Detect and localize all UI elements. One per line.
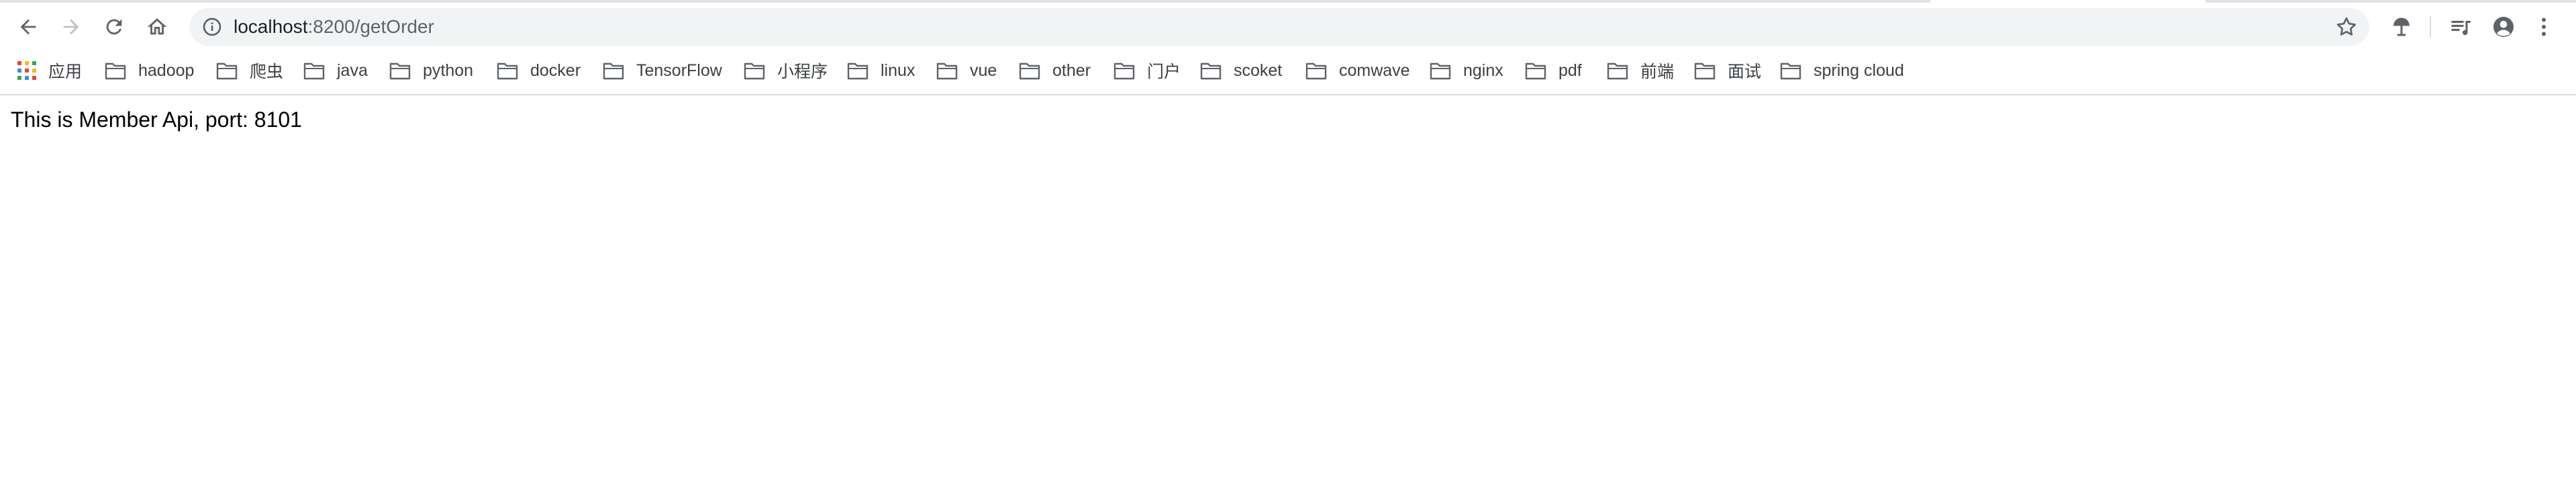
folder-icon <box>105 62 126 80</box>
bookmark-folder[interactable]: python <box>389 54 473 87</box>
bookmark-folder[interactable]: hadoop <box>105 54 194 87</box>
apps-icon <box>17 61 36 80</box>
folder-icon <box>603 62 624 80</box>
folder-icon <box>1305 62 1327 80</box>
bookmark-label: spring cloud <box>1814 60 1904 80</box>
bookmarks-bar: 应用 hadoop 爬虫 java python docker TensorFlow 小程序… <box>0 54 2576 87</box>
bookmark-label: hadoop <box>138 60 195 80</box>
folder-icon <box>1694 62 1716 80</box>
bookmark-folder[interactable]: nginx <box>1430 54 1503 87</box>
bookmark-label: scoket <box>1234 60 1283 80</box>
bookmark-label: 门户 <box>1147 62 1181 81</box>
bookmark-star-icon[interactable] <box>2334 15 2359 39</box>
arrow-left-icon <box>20 19 36 35</box>
folder-icon <box>216 62 238 80</box>
bookmark-label: 应用 <box>48 62 83 81</box>
bookmark-folder[interactable]: TensorFlow <box>603 54 722 87</box>
extension-button[interactable] <box>2385 11 2418 43</box>
bookmark-folder[interactable]: pdf <box>1525 54 1582 87</box>
bookmark-label: other <box>1052 60 1091 80</box>
bookmark-folder[interactable]: other <box>1019 54 1091 87</box>
toolbar-separator <box>2430 16 2431 38</box>
bookmark-label: comwave <box>1339 60 1410 80</box>
bookmark-folder[interactable]: java <box>303 54 368 87</box>
url-path: :8200/getOrder <box>307 16 434 37</box>
url-host: localhost <box>234 16 308 37</box>
toolbar: localhost:8200/getOrder <box>0 5 2576 48</box>
bookmark-label: nginx <box>1463 60 1503 80</box>
bookmark-folder[interactable]: 门户 <box>1113 54 1181 87</box>
account-icon <box>2493 17 2514 37</box>
reload-icon <box>106 19 122 35</box>
arrow-right-icon <box>63 19 79 35</box>
url-text[interactable]: localhost:8200/getOrder <box>234 8 434 46</box>
forward-button[interactable] <box>52 8 90 46</box>
bookmark-label: 爬虫 <box>250 62 284 81</box>
reload-button[interactable] <box>95 8 133 46</box>
bookmark-label: 小程序 <box>777 62 828 81</box>
bookmark-folder[interactable]: 爬虫 <box>216 54 283 87</box>
bookmark-folder[interactable]: spring cloud <box>1780 54 1904 87</box>
bookmark-folder[interactable]: 小程序 <box>744 54 828 87</box>
bookmark-label: python <box>423 60 474 80</box>
folder-icon <box>389 62 411 80</box>
bookmark-label: linux <box>881 60 915 80</box>
tab-strip <box>0 0 2576 3</box>
bookmark-folder[interactable]: scoket <box>1200 54 1282 87</box>
bookmark-folder[interactable]: vue <box>936 54 997 87</box>
bookmark-label: java <box>337 60 368 80</box>
folder-icon <box>1019 62 1040 80</box>
address-bar[interactable]: localhost:8200/getOrder <box>189 8 2369 46</box>
bookmark-folder[interactable]: comwave <box>1305 54 1410 87</box>
info-icon[interactable] <box>201 16 223 38</box>
folder-icon <box>303 62 325 80</box>
bookmark-folder[interactable]: docker <box>497 54 581 87</box>
folder-icon <box>1430 62 1451 80</box>
menu-button[interactable] <box>2530 11 2557 43</box>
bookmark-label: TensorFlow <box>636 60 722 80</box>
folder-icon <box>1607 62 1628 80</box>
bookmark-folder[interactable]: linux <box>847 54 915 87</box>
folder-icon <box>1780 62 1801 80</box>
back-button[interactable] <box>9 8 47 46</box>
bookmark-label: 面试 <box>1728 62 1762 81</box>
home-icon <box>147 18 167 35</box>
folder-icon <box>847 62 869 80</box>
bookmark-label: vue <box>970 60 997 80</box>
bookmark-folder[interactable]: 前端 <box>1607 54 1674 87</box>
folder-icon <box>497 62 518 80</box>
browser-chrome: localhost:8200/getOrder 应用 hadoop 爬虫 java p… <box>0 0 2576 95</box>
folder-icon <box>1200 62 1222 80</box>
extension-icon <box>2393 17 2410 36</box>
folder-icon <box>1113 62 1135 80</box>
folder-icon <box>936 62 958 80</box>
more-vert-icon <box>2542 17 2546 36</box>
bookmark-folder[interactable]: 面试 <box>1694 54 1761 87</box>
page-body-text: This is Member Api, port: 8101 <box>11 107 302 132</box>
bookmark-label: pdf <box>1558 60 1582 80</box>
folder-icon <box>1525 62 1546 80</box>
bookmark-label: 前端 <box>1640 62 1675 81</box>
bookmark-label: docker <box>530 60 581 80</box>
profile-button[interactable] <box>2487 11 2520 43</box>
playlist-icon <box>2451 21 2471 36</box>
bookmark-apps[interactable]: 应用 <box>17 54 82 87</box>
home-button[interactable] <box>138 8 176 46</box>
folder-icon <box>744 62 765 80</box>
media-control-button[interactable] <box>2444 11 2477 43</box>
